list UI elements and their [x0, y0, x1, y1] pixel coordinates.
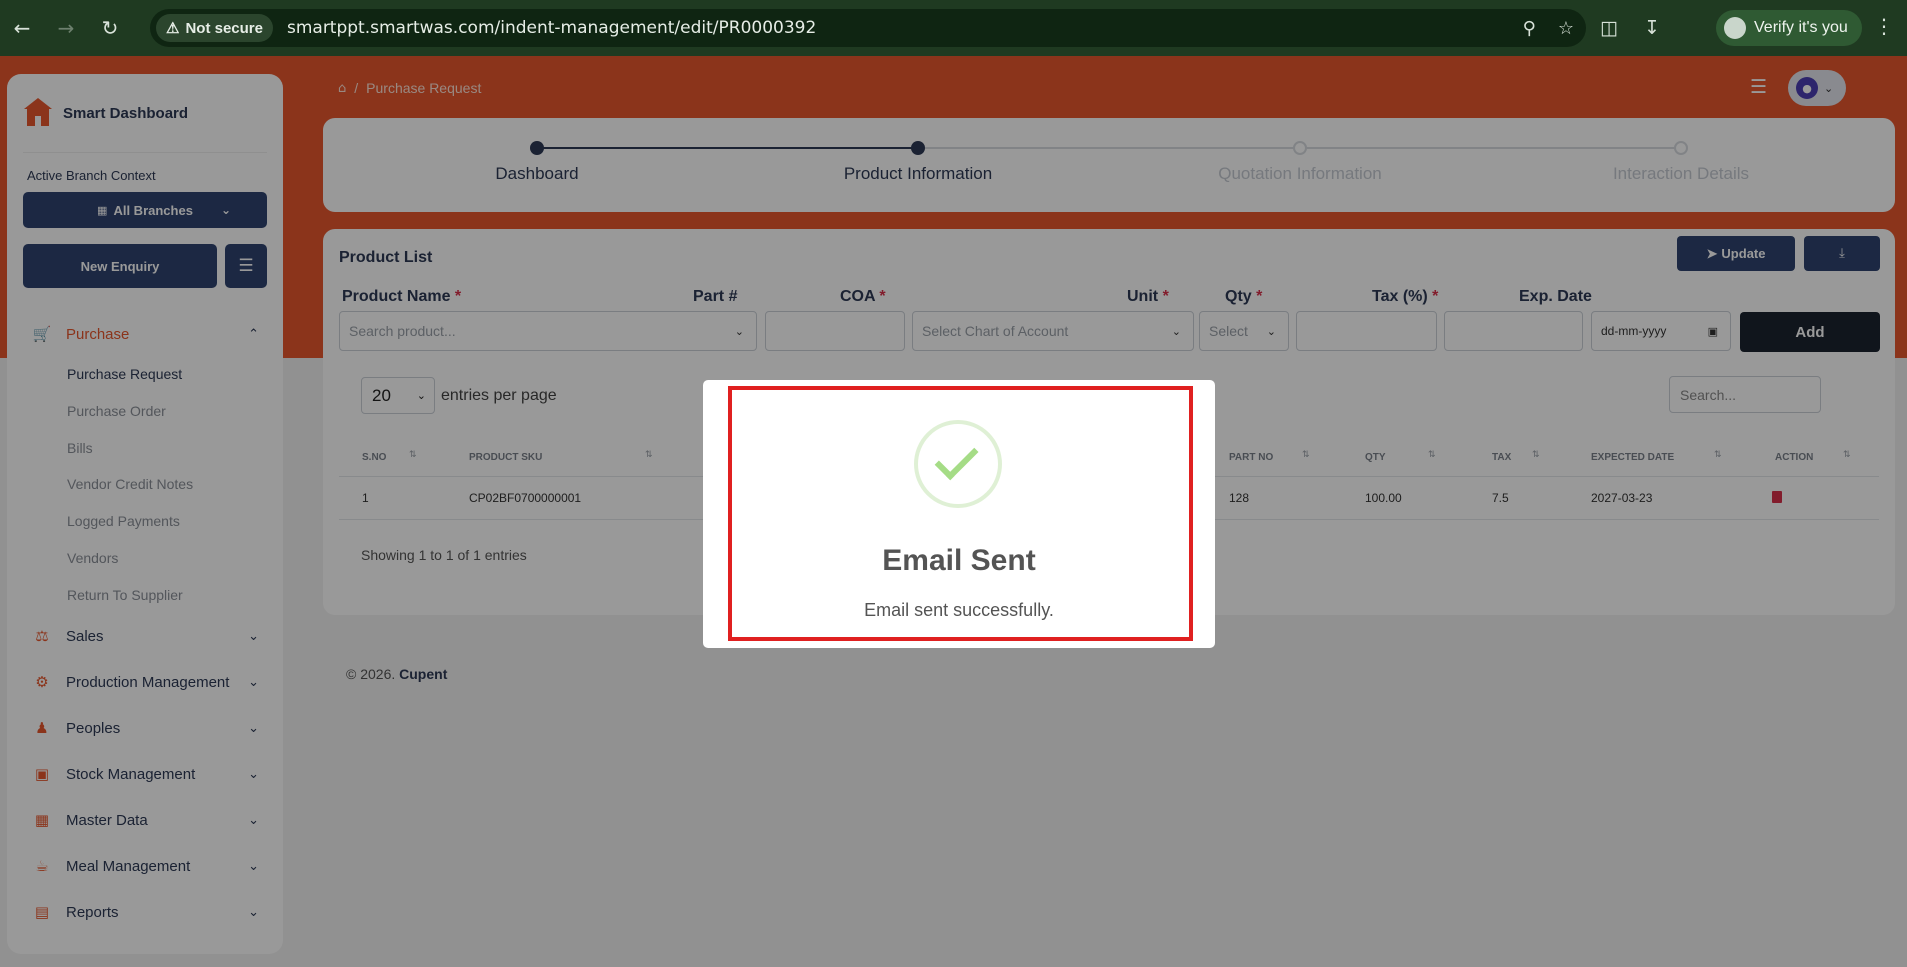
success-check-icon: [914, 420, 1002, 508]
address-bar[interactable]: ⚠ Not secure smartppt.smartwas.com/inden…: [150, 9, 1586, 47]
browser-toolbar: ← → ↻ ⚠ Not secure smartppt.smartwas.com…: [0, 0, 1907, 56]
bookmark-star-icon[interactable]: ☆: [1558, 18, 1574, 39]
warning-icon: ⚠: [166, 20, 180, 37]
security-chip[interactable]: ⚠ Not secure: [156, 14, 273, 42]
zoom-icon[interactable]: ⚲: [1523, 18, 1536, 39]
verify-button[interactable]: Verify it's you: [1716, 10, 1862, 46]
security-label: Not secure: [185, 19, 263, 37]
download-icon[interactable]: ↧: [1644, 17, 1660, 39]
url-text[interactable]: smartppt.smartwas.com/indent-management/…: [287, 18, 816, 38]
extensions-icon[interactable]: ◫: [1600, 17, 1618, 39]
forward-icon[interactable]: →: [44, 0, 88, 56]
verify-label: Verify it's you: [1754, 19, 1848, 36]
reload-icon[interactable]: ↻: [88, 0, 132, 56]
back-icon[interactable]: ←: [0, 0, 44, 56]
browser-menu-icon[interactable]: ⋮: [1874, 14, 1894, 38]
dialog-title: Email Sent: [882, 544, 1036, 577]
email-sent-dialog: Email Sent Email sent successfully.: [703, 380, 1215, 648]
profile-avatar: [1724, 17, 1746, 39]
dialog-message: Email sent successfully.: [864, 600, 1054, 620]
